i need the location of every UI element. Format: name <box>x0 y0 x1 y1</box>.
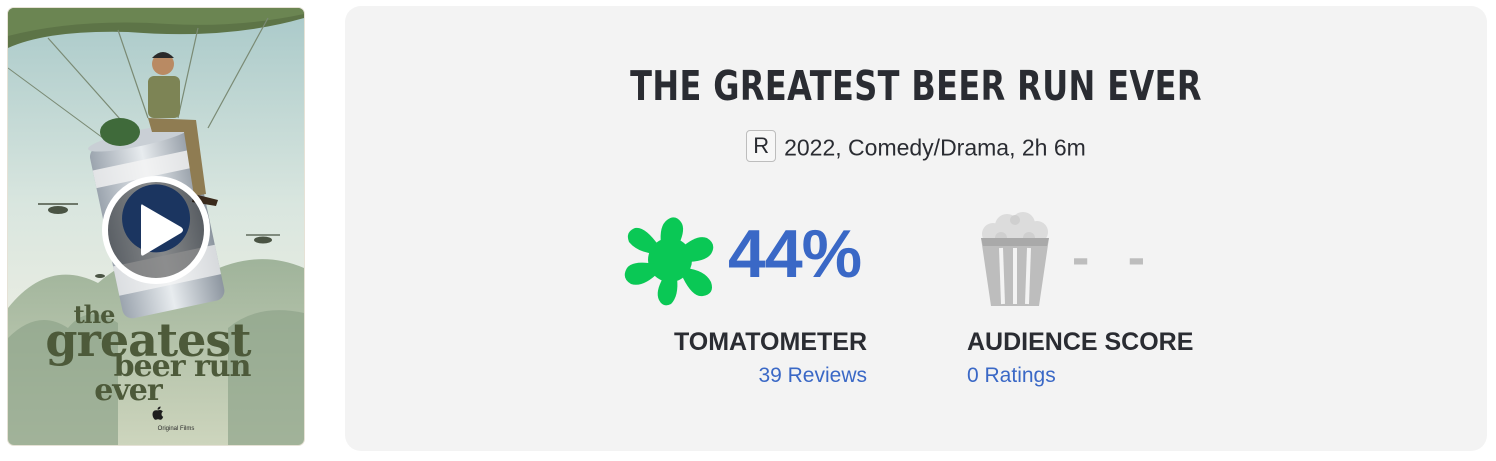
movie-title: THE GREATEST BEER RUN EVER <box>630 62 1202 110</box>
apple-logo-icon <box>152 406 164 420</box>
reviews-count-link[interactable]: 39 Reviews <box>758 364 867 388</box>
poster-title-line: ever <box>94 373 162 408</box>
movie-details: 2022, Comedy/Drama, 2h 6m <box>784 134 1086 161</box>
play-icon[interactable] <box>101 175 211 285</box>
splat-icon <box>624 217 714 306</box>
movie-poster[interactable]: the greatest beer run ever Original Film… <box>8 8 304 445</box>
ratings-count-link[interactable]: 0 Ratings <box>967 364 1056 388</box>
tomatometer-score: 44% <box>728 216 862 292</box>
poster-title-line: beer run <box>113 349 252 384</box>
popcorn-bucket-icon <box>981 212 1049 306</box>
score-panel: THE GREATEST BEER RUN EVER R 2022, Comedy… <box>345 6 1487 451</box>
poster-studio-credit: Original Films <box>157 426 195 432</box>
rating-badge: R <box>746 130 777 162</box>
audience-score: - - <box>1072 229 1158 287</box>
tomatometer-label: TOMATOMETER <box>673 328 867 356</box>
audience-score-label: AUDIENCE SCORE <box>967 328 1194 356</box>
score-board: the greatest beer run ever Original Film… <box>0 0 1496 461</box>
movie-info-line: R 2022, Comedy/Drama, 2h 6m <box>345 130 1487 164</box>
